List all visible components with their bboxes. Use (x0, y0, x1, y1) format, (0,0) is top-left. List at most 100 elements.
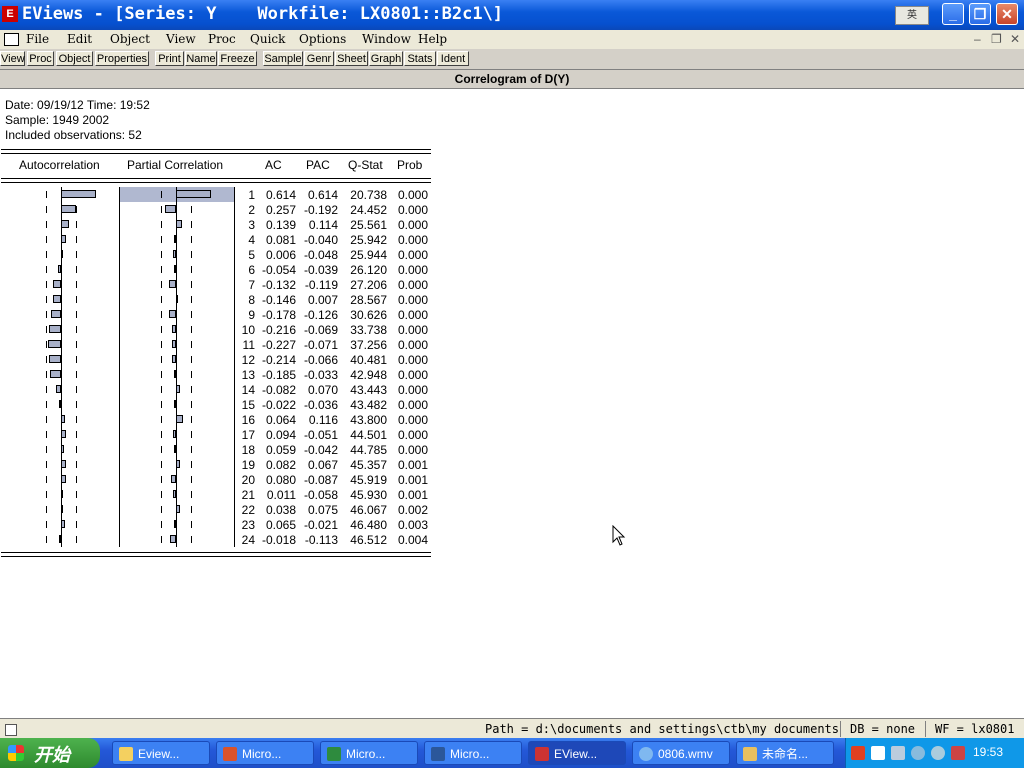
correlogram-view[interactable]: Correlogram of D(Y) Date: 09/19/12 Time:… (0, 70, 1024, 718)
status-checkbox[interactable] (5, 724, 17, 736)
task-eviews[interactable]: EView... (528, 741, 626, 765)
correlogram-row[interactable]: 13 -0.185 -0.033 42.948 0.000 (0, 367, 432, 382)
toolbar-freeze-button[interactable]: Freeze (218, 51, 257, 66)
correlogram-row[interactable]: 10 -0.216 -0.069 33.738 0.000 (0, 322, 432, 337)
ac-bar (61, 430, 66, 438)
mdi-close-button[interactable]: ✕ (1010, 32, 1020, 46)
document-icon[interactable] (4, 33, 19, 46)
globe-icon[interactable] (931, 746, 945, 760)
pac-band-tick (191, 446, 192, 453)
back-icon[interactable] (911, 746, 925, 760)
pac-band-tick (191, 476, 192, 483)
pdf-icon[interactable] (851, 746, 865, 760)
clock[interactable]: 19:53 (973, 745, 1003, 759)
correlogram-row[interactable]: 12 -0.214 -0.066 40.481 0.000 (0, 352, 432, 367)
correlogram-row[interactable]: 1 0.614 0.614 20.738 0.000 (0, 187, 432, 202)
correlogram-row[interactable]: 19 0.082 0.067 45.357 0.001 (0, 457, 432, 472)
correlogram-row[interactable]: 21 0.011 -0.058 45.930 0.001 (0, 487, 432, 502)
qstat-cell: 44.785 (350, 443, 387, 457)
correlogram-row[interactable]: 5 0.006 -0.048 25.944 0.000 (0, 247, 432, 262)
toolbar-genr-button[interactable]: Genr (304, 51, 334, 66)
media-player-icon (639, 747, 653, 761)
menu-help[interactable]: Help (418, 32, 447, 46)
col-autocorrelation: Autocorrelation (19, 158, 100, 172)
correlogram-row[interactable]: 9 -0.178 -0.126 30.626 0.000 (0, 307, 432, 322)
toolbar-print-button[interactable]: Print (155, 51, 184, 66)
menu-window[interactable]: Window (362, 32, 411, 46)
lag-cell: 5 (248, 248, 255, 262)
menu-quick[interactable]: Quick (250, 32, 285, 46)
ac-bar (53, 295, 61, 303)
pac-bar (170, 535, 176, 543)
close-button[interactable]: ✕ (996, 3, 1018, 25)
pac-band-tick (161, 266, 162, 273)
toolbar-object-button[interactable]: Object (56, 51, 93, 66)
correlogram-row[interactable]: 20 0.080 -0.087 45.919 0.001 (0, 472, 432, 487)
maximize-button[interactable]: ❐ (969, 3, 991, 25)
network-icon[interactable] (891, 746, 905, 760)
menu-file[interactable]: File (26, 32, 49, 46)
correlogram-row[interactable]: 8 -0.146 0.007 28.567 0.000 (0, 292, 432, 307)
correlogram-row[interactable]: 14 -0.082 0.070 43.443 0.000 (0, 382, 432, 397)
lag-cell: 1 (248, 188, 255, 202)
pac-band-tick (191, 341, 192, 348)
pac-bar (174, 445, 176, 453)
pac-bar (169, 310, 176, 318)
correlogram-row[interactable]: 3 0.139 0.114 25.561 0.000 (0, 217, 432, 232)
menu-options[interactable]: Options (299, 32, 346, 46)
menu-object[interactable]: Object (110, 32, 150, 46)
toolbar-stats-button[interactable]: Stats (404, 51, 436, 66)
correlogram-row[interactable]: 24 -0.018 -0.113 46.512 0.004 (0, 532, 432, 547)
mdi-minimize-button[interactable]: – (974, 32, 981, 46)
correlogram-row[interactable]: 15 -0.022 -0.036 43.482 0.000 (0, 397, 432, 412)
menu-proc[interactable]: Proc (208, 32, 236, 46)
toolbar-name-button[interactable]: Name (185, 51, 217, 66)
ac-cell: 0.094 (265, 428, 296, 442)
ac-cell: 0.080 (265, 473, 296, 487)
lag-cell: 10 (241, 323, 255, 337)
correlogram-row[interactable]: 6 -0.054 -0.039 26.120 0.000 (0, 262, 432, 277)
prob-cell: 0.000 (397, 233, 428, 247)
task-media-player[interactable]: 0806.wmv (632, 741, 730, 765)
status-separator (925, 721, 926, 737)
ime-indicator[interactable]: 英 (895, 6, 929, 25)
correlogram-row[interactable]: 7 -0.132 -0.119 27.206 0.000 (0, 277, 432, 292)
toolbar-properties-button[interactable]: Properties (95, 51, 149, 66)
toolbar-sheet-button[interactable]: Sheet (335, 51, 368, 66)
toolbar-ident-button[interactable]: Ident (437, 51, 469, 66)
correlogram-row[interactable]: 4 0.081 -0.040 25.942 0.000 (0, 232, 432, 247)
task-powerpoint[interactable]: Micro... (216, 741, 314, 765)
prob-cell: 0.002 (397, 503, 428, 517)
menu-edit[interactable]: Edit (67, 32, 92, 46)
qstat-cell: 25.942 (350, 233, 387, 247)
correlogram-row[interactable]: 18 0.059 -0.042 44.785 0.000 (0, 442, 432, 457)
minimize-button[interactable]: _ (942, 3, 964, 25)
task-paint[interactable]: 未命名... (736, 741, 834, 765)
correlogram-row[interactable]: 22 0.038 0.075 46.067 0.002 (0, 502, 432, 517)
security-icon[interactable] (951, 746, 965, 760)
toolbar-view-button[interactable]: View (0, 51, 25, 66)
eviews-icon[interactable]: E (2, 6, 18, 22)
correlogram-row[interactable]: 2 0.257 -0.192 24.452 0.000 (0, 202, 432, 217)
mdi-restore-button[interactable]: ❐ (991, 32, 1002, 46)
ac-band-tick (46, 296, 47, 303)
correlogram-row[interactable]: 17 0.094 -0.051 44.501 0.000 (0, 427, 432, 442)
correlogram-row[interactable]: 11 -0.227 -0.071 37.256 0.000 (0, 337, 432, 352)
toolbar-sample-button[interactable]: Sample (263, 51, 303, 66)
start-button[interactable]: 开始 (0, 738, 100, 768)
task-excel[interactable]: Micro... (320, 741, 418, 765)
task-eviews-folder[interactable]: Eview... (112, 741, 210, 765)
toolbar-proc-button[interactable]: Proc (27, 51, 54, 66)
task-label: Micro... (242, 747, 282, 761)
help-icon[interactable] (871, 746, 885, 760)
menu-view[interactable]: View (166, 32, 196, 46)
ac-band-tick (76, 491, 77, 498)
pac-bar (165, 205, 176, 213)
pac-cell: -0.126 (303, 308, 338, 322)
correlogram-row[interactable]: 16 0.064 0.116 43.800 0.000 (0, 412, 432, 427)
prob-cell: 0.000 (397, 218, 428, 232)
pac-bar (172, 355, 176, 363)
toolbar-graph-button[interactable]: Graph (369, 51, 403, 66)
correlogram-row[interactable]: 23 0.065 -0.021 46.480 0.003 (0, 517, 432, 532)
task-word[interactable]: Micro... (424, 741, 522, 765)
